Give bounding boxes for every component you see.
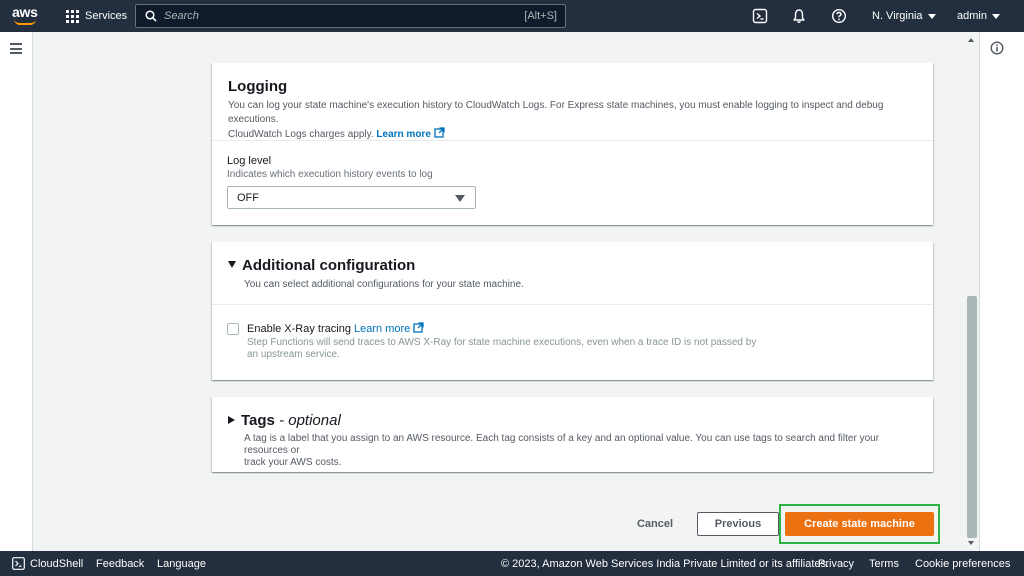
logging-description: You can log your state machine's executi… [228,100,884,140]
footer-copyright: © 2023, Amazon Web Services India Privat… [501,558,830,570]
caret-down-icon [228,261,236,268]
menu-hamburger-icon[interactable] [10,43,22,54]
log-level-value: OFF [237,192,259,204]
search-icon [145,10,157,22]
help-icon[interactable] [831,8,847,24]
right-tools-rail [979,32,1024,551]
search-input[interactable] [164,7,544,25]
chevron-down-icon [927,13,936,19]
account-menu[interactable]: admin [957,10,1000,22]
services-menu-button[interactable]: Services [66,8,127,24]
footer-cookie-preferences-link[interactable]: Cookie preferences [915,558,1010,570]
caret-down-icon [455,195,465,202]
footer-cloudshell-link[interactable]: CloudShell [30,558,83,570]
main-scrollbar[interactable] [965,32,979,551]
services-label: Services [85,10,128,22]
aws-logo-smile [14,19,36,25]
log-level-description: Indicates which execution history events… [227,169,433,180]
top-navigation: aws Services [Alt+S] N. Virginia admin [0,0,1024,32]
tags-header[interactable]: Tags - optional [228,412,917,429]
create-state-machine-button[interactable]: Create state machine [785,512,934,536]
logging-panel: Logging You can log your state machine's… [212,63,933,225]
region-selector[interactable]: N. Virginia [872,10,936,22]
footer-terms-link[interactable]: Terms [869,558,899,570]
logging-title: Logging [228,78,288,95]
log-level-select[interactable]: OFF [227,186,476,209]
log-level-field: Log level Indicates which execution hist… [227,155,433,180]
services-grid-icon [66,9,79,23]
xray-tracing-label: Enable X-Ray tracing Learn more [247,322,807,335]
tags-panel: Tags - optional A tag is a label that yo… [212,397,933,472]
region-label: N. Virginia [872,10,923,22]
aws-logo-text: aws [12,4,38,20]
external-link-icon [434,127,445,138]
info-icon[interactable] [990,41,1004,55]
search-bar[interactable]: [Alt+S] [135,4,566,28]
scroll-up-arrow-icon[interactable] [968,38,974,42]
xray-learn-more-link[interactable]: Learn more [354,322,424,335]
cloudshell-icon[interactable] [752,8,768,24]
scroll-down-arrow-icon[interactable] [968,541,974,545]
logging-learn-more-link[interactable]: Learn more [376,127,445,140]
log-level-label: Log level [227,155,272,167]
cancel-button[interactable]: Cancel [628,512,682,536]
external-link-icon [413,322,424,333]
footer: CloudShell Feedback Language © 2023, Ama… [0,551,1024,576]
additional-configuration-panel: Additional configuration You can select … [212,242,933,380]
aws-logo[interactable]: aws [12,5,40,27]
tags-description: A tag is a label that you assign to an A… [244,433,880,468]
chevron-down-icon [991,13,1000,19]
footer-language-link[interactable]: Language [157,558,206,570]
cloudshell-icon[interactable] [12,557,25,570]
scroll-thumb[interactable] [967,296,977,538]
search-shortcut-hint: [Alt+S] [524,10,557,22]
tags-optional-label: - optional [279,412,341,429]
divider [212,304,933,305]
additional-configuration-header[interactable]: Additional configuration [228,257,917,274]
left-navigation-rail [0,32,33,551]
xray-tracing-description: Step Functions will send traces to AWS X… [247,337,757,360]
previous-button[interactable]: Previous [697,512,779,536]
account-label: admin [957,10,987,22]
divider [212,140,933,141]
footer-feedback-link[interactable]: Feedback [96,558,144,570]
caret-right-icon [228,416,235,424]
xray-tracing-option: Enable X-Ray tracing Learn more Step Fun… [247,322,807,361]
xray-tracing-checkbox[interactable] [227,323,239,335]
footer-privacy-link[interactable]: Privacy [818,558,854,570]
notifications-bell-icon[interactable] [791,8,807,24]
additional-configuration-description: You can select additional configurations… [244,279,524,290]
